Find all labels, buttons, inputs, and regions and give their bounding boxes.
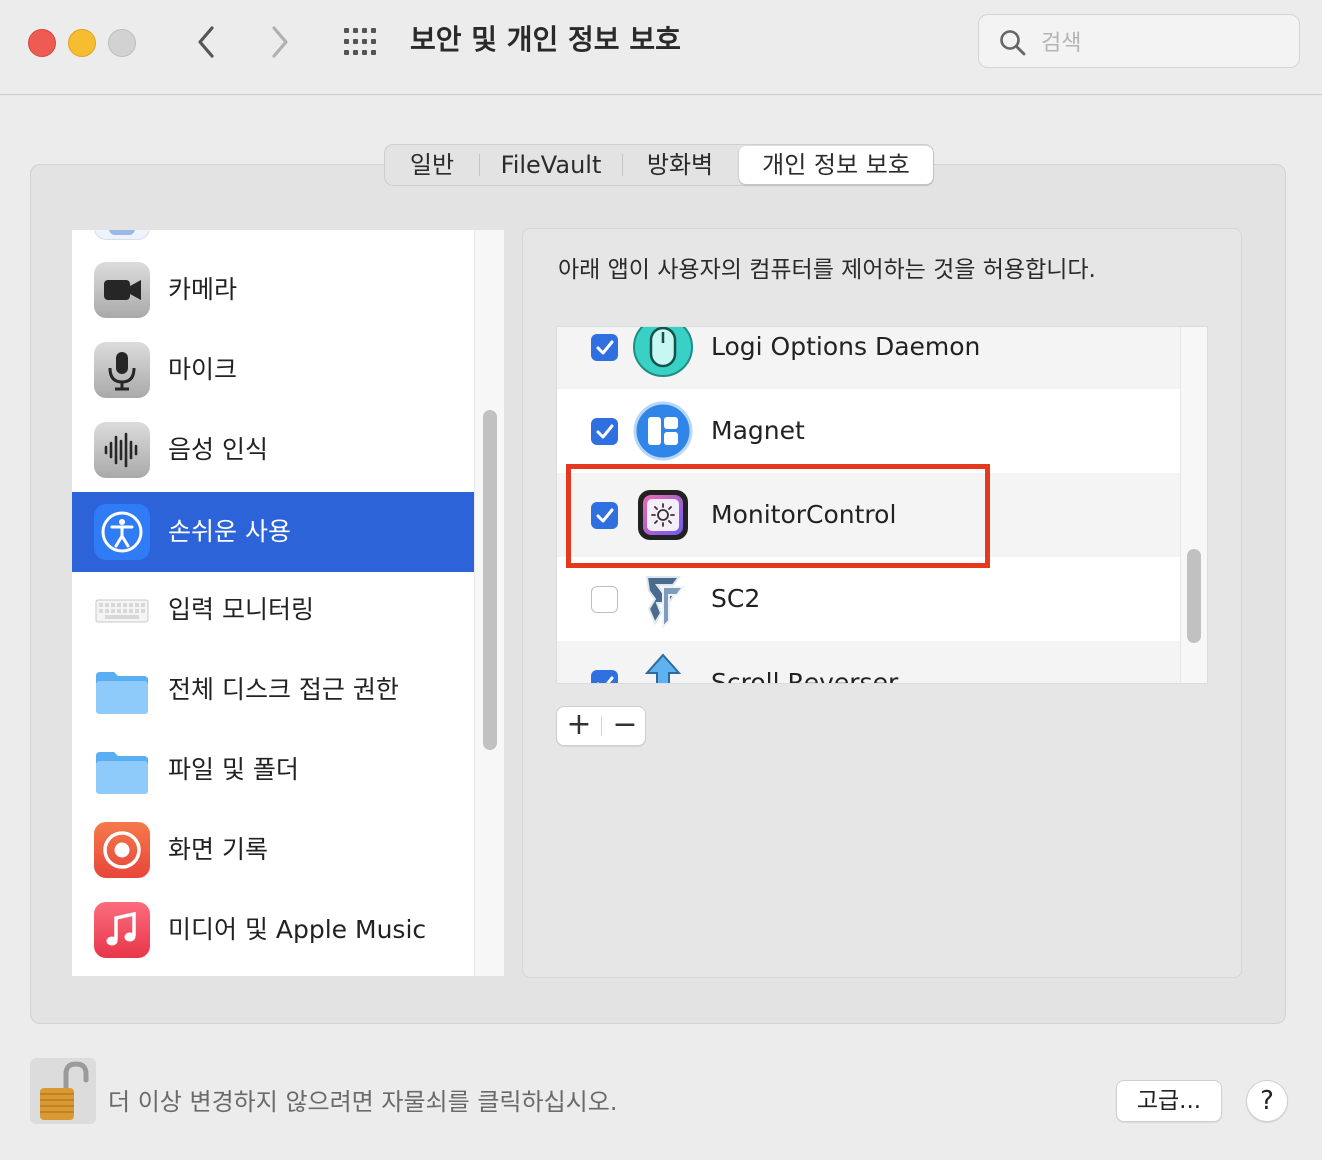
back-button[interactable] bbox=[188, 22, 224, 62]
sidebar-item-label: 마이크 bbox=[168, 355, 238, 384]
app-checkbox[interactable] bbox=[591, 586, 618, 613]
magnet-app-icon bbox=[633, 401, 693, 461]
sidebar-item-full-disk-access[interactable]: 전체 디스크 접근 권한 bbox=[72, 650, 474, 730]
sidebar-item-label: 파일 및 폴더 bbox=[168, 755, 299, 784]
app-checkbox[interactable] bbox=[591, 334, 618, 361]
grid-icon bbox=[344, 28, 376, 55]
scrollbar-thumb[interactable] bbox=[1187, 549, 1201, 643]
window-title: 보안 및 개인 정보 보호 bbox=[410, 23, 681, 56]
keyboard-icon bbox=[94, 582, 150, 638]
list-item[interactable]: MonitorControl bbox=[557, 473, 1180, 557]
chevron-left-icon bbox=[198, 26, 214, 58]
sidebar-scrollbar[interactable] bbox=[474, 230, 504, 976]
zoom-window-button[interactable] bbox=[108, 29, 136, 57]
privacy-category-list[interactable]: 카메라 마이크 음성 인식 손쉬운 사용 입력 모니터링 전체 디스크 접근 권… bbox=[72, 230, 474, 976]
app-list[interactable]: Logi Options Daemon Magnet MonitorContro… bbox=[556, 326, 1180, 684]
list-item[interactable]: SC2 bbox=[557, 557, 1180, 641]
starcraft-icon bbox=[633, 569, 693, 630]
tab-bar: 일반 FileVault 방화벽 개인 정보 보호 bbox=[384, 144, 934, 186]
sidebar-item-speech-recognition[interactable]: 음성 인식 bbox=[72, 410, 474, 490]
app-name: SC2 bbox=[711, 584, 761, 613]
add-remove-control: + − bbox=[556, 706, 646, 746]
remove-app-button[interactable]: − bbox=[603, 707, 647, 745]
microphone-icon bbox=[94, 342, 150, 398]
sidebar-item-label: 미디어 및 Apple Music bbox=[168, 915, 427, 944]
brightness-icon bbox=[633, 485, 693, 545]
description-text: 아래 앱이 사용자의 컴퓨터를 제어하는 것을 허용합니다. bbox=[558, 257, 1096, 283]
location-icon bbox=[94, 230, 150, 240]
add-app-button[interactable]: + bbox=[557, 707, 601, 745]
list-item[interactable]: Magnet bbox=[557, 389, 1180, 473]
tab-general[interactable]: 일반 bbox=[385, 146, 479, 184]
show-all-button[interactable] bbox=[342, 26, 382, 58]
app-list-scrollbar[interactable] bbox=[1180, 326, 1208, 684]
lock-button[interactable] bbox=[30, 1058, 96, 1124]
sidebar-item-label: 전체 디스크 접근 권한 bbox=[168, 675, 399, 704]
app-name: Scroll Reverser bbox=[711, 668, 899, 684]
sidebar-item-label: 손쉬운 사용 bbox=[168, 517, 291, 546]
search-input[interactable] bbox=[1039, 25, 1283, 61]
unlocked-padlock-icon bbox=[40, 1061, 89, 1120]
app-checkbox[interactable] bbox=[591, 418, 618, 445]
camera-icon bbox=[94, 262, 150, 318]
sidebar-item-label: 입력 모니터링 bbox=[168, 595, 314, 624]
sidebar-item-camera[interactable]: 카메라 bbox=[72, 250, 474, 330]
scroll-arrow-icon bbox=[633, 653, 693, 683]
app-name: Logi Options Daemon bbox=[711, 332, 981, 361]
search-icon bbox=[1000, 30, 1026, 56]
title-bar: 보안 및 개인 정보 보호 bbox=[0, 0, 1322, 95]
sidebar-item-screen-recording[interactable]: 화면 기록 bbox=[72, 810, 474, 890]
waveform-icon bbox=[94, 422, 150, 478]
search-field[interactable] bbox=[978, 14, 1300, 68]
sidebar-item-files-and-folders[interactable]: 파일 및 폴더 bbox=[72, 730, 474, 810]
sidebar-item-media-apple-music[interactable]: 미디어 및 Apple Music bbox=[72, 890, 474, 970]
folder-icon bbox=[94, 662, 150, 718]
sidebar-item-input-monitoring[interactable]: 입력 모니터링 bbox=[72, 570, 474, 650]
sidebar-item-label: 카메라 bbox=[168, 275, 238, 304]
list-item[interactable]: Scroll Reverser bbox=[557, 641, 1180, 684]
app-checkbox[interactable] bbox=[591, 670, 618, 683]
chevron-right-icon bbox=[272, 26, 288, 58]
app-name: Magnet bbox=[711, 416, 805, 445]
minimize-window-button[interactable] bbox=[68, 29, 96, 57]
mouse-icon bbox=[633, 327, 693, 377]
divider bbox=[601, 716, 602, 736]
sidebar-item-label: 음성 인식 bbox=[168, 435, 268, 464]
app-name: MonitorControl bbox=[711, 500, 897, 529]
tab-filevault[interactable]: FileVault bbox=[480, 146, 622, 184]
sidebar-item-label: 화면 기록 bbox=[168, 835, 268, 864]
lock-hint-text: 더 이상 변경하지 않으려면 자물쇠를 클릭하십시오. bbox=[108, 1088, 618, 1116]
app-checkbox[interactable] bbox=[591, 502, 618, 529]
list-item[interactable]: Logi Options Daemon bbox=[557, 327, 1180, 389]
sidebar-item-microphone[interactable]: 마이크 bbox=[72, 330, 474, 410]
scrollbar-thumb[interactable] bbox=[483, 410, 497, 750]
forward-button[interactable] bbox=[262, 22, 298, 62]
tab-firewall[interactable]: 방화벽 bbox=[623, 146, 737, 184]
tab-privacy[interactable]: 개인 정보 보호 bbox=[739, 146, 933, 184]
help-button[interactable]: ? bbox=[1246, 1080, 1288, 1122]
accessibility-icon bbox=[94, 504, 150, 560]
close-window-button[interactable] bbox=[28, 29, 56, 57]
sidebar-item-accessibility[interactable]: 손쉬운 사용 bbox=[72, 492, 474, 572]
music-icon bbox=[94, 902, 150, 958]
folder-icon bbox=[94, 742, 150, 798]
advanced-button[interactable]: 고급... bbox=[1116, 1080, 1222, 1122]
screen-record-icon bbox=[94, 822, 150, 878]
